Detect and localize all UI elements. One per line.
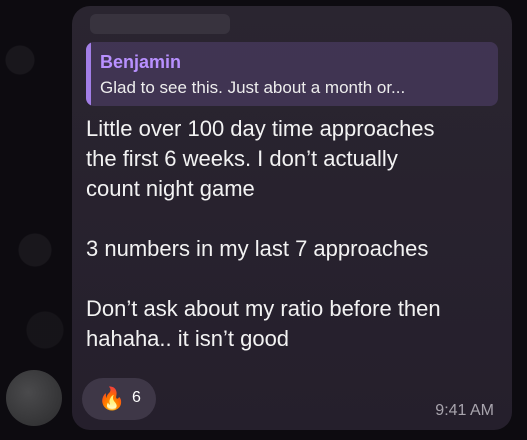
message-line: the first 6 weeks. I don’t actually xyxy=(86,146,398,171)
reply-quote[interactable]: Benjamin Glad to see this. Just about a … xyxy=(86,42,498,106)
avatar[interactable] xyxy=(6,370,62,426)
message-timestamp: 9:41 AM xyxy=(435,402,494,419)
reaction-chip[interactable]: 🔥 6 xyxy=(82,378,156,420)
message-bubble[interactable]: Benjamin Glad to see this. Just about a … xyxy=(72,6,512,430)
message-text: Little over 100 day time approaches the … xyxy=(86,114,496,354)
reply-accent-bar xyxy=(86,42,91,106)
reply-author: Benjamin xyxy=(100,52,182,72)
message-line: hahaha.. it isn’t good xyxy=(86,326,290,351)
reply-text: Glad to see this. Just about a month or.… xyxy=(100,78,406,97)
message-line: Little over 100 day time approaches xyxy=(86,116,435,141)
sender-name-blurred xyxy=(90,14,230,34)
message-line: 3 numbers in my last 7 approaches xyxy=(86,236,429,261)
reaction-count: 6 xyxy=(132,389,141,406)
message-line: Don’t ask about my ratio before then xyxy=(86,296,441,321)
fire-emoji-icon: 🔥 xyxy=(98,386,126,411)
message-line: count night game xyxy=(86,176,255,201)
